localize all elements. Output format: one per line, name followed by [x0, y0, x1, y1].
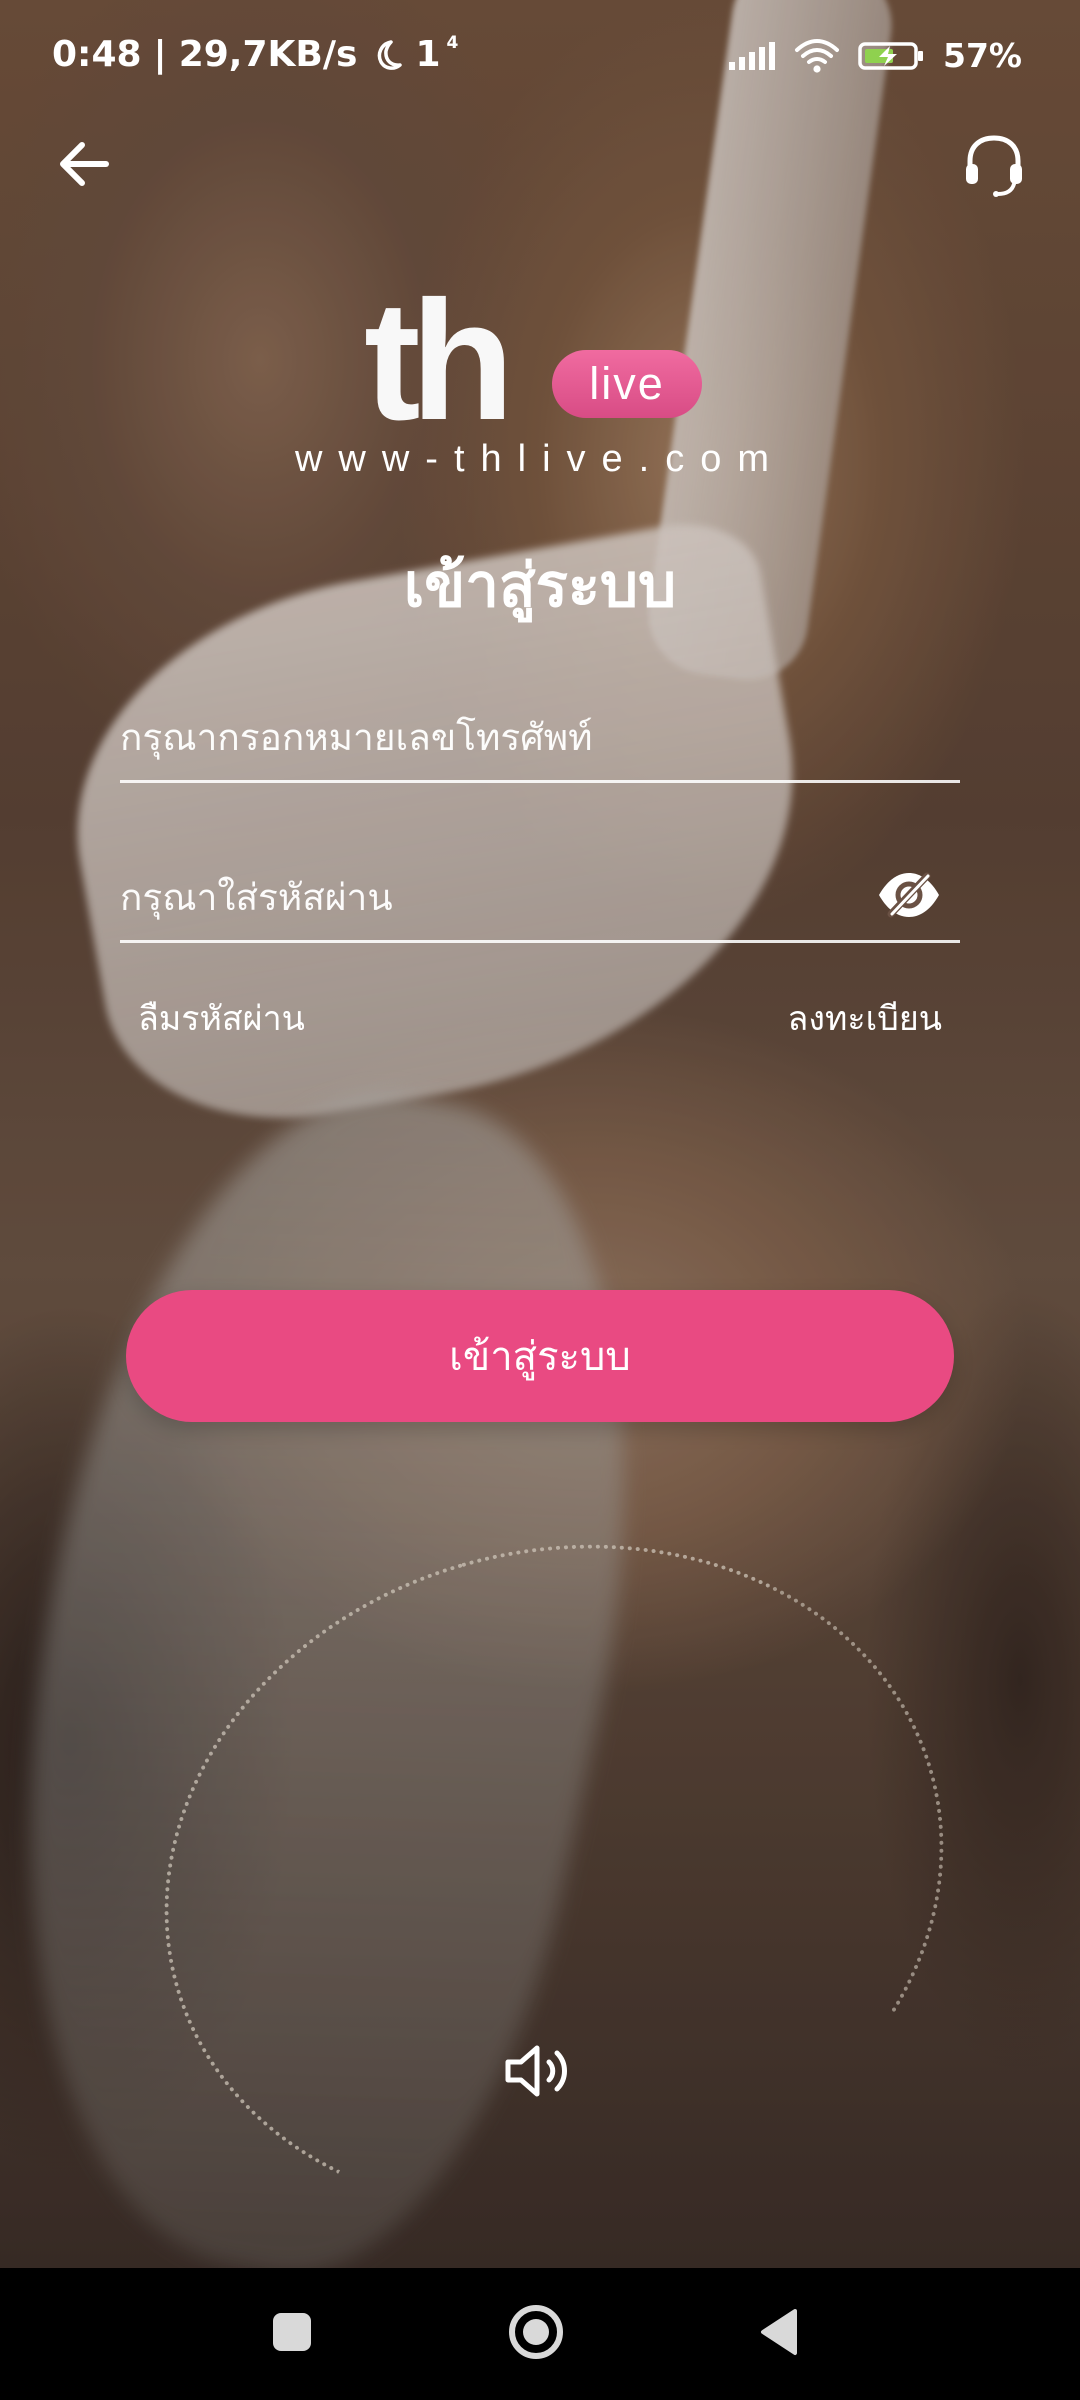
signal-icon [727, 40, 777, 72]
app-logo: th live www-thlive.com [0, 262, 1080, 502]
logo-live-badge: live [552, 350, 702, 418]
phone-input[interactable] [120, 694, 960, 780]
moon-icon [369, 38, 403, 72]
logo-brand-text: th [364, 266, 515, 456]
recent-apps-button[interactable] [248, 2290, 336, 2378]
network-speed: 29,7KB/s [178, 34, 358, 75]
status-bar: 0:48 | 29,7KB/s 1 4 57% [0, 0, 1080, 118]
notification-count: 1 [415, 34, 441, 75]
login-button[interactable]: เข้าสู่ระบบ [126, 1290, 954, 1422]
forgot-password-link[interactable]: ลืมรหัสผ่าน [138, 992, 305, 1046]
status-left-group: 0:48 | 29,7KB/s 1 4 [52, 32, 464, 76]
battery-charging-icon [857, 39, 927, 73]
arrow-left-icon [55, 135, 113, 197]
back-button[interactable] [36, 118, 132, 214]
system-back-button[interactable] [736, 2290, 824, 2378]
notification-superscript: 4 [446, 32, 459, 53]
circle-icon [506, 2302, 566, 2366]
battery-percent: 57% [942, 36, 1022, 75]
password-field [120, 854, 960, 943]
top-app-bar [0, 118, 1080, 228]
logo-url-text: www-thlive.com [294, 438, 786, 480]
system-navigation-bar [0, 2268, 1080, 2400]
app-screen: 0:48 | 29,7KB/s 1 4 57% th live www-thli… [0, 0, 1080, 2268]
sound-toggle-button[interactable] [496, 2034, 584, 2112]
customer-support-button[interactable] [946, 118, 1042, 214]
phone-field [120, 694, 960, 783]
register-link[interactable]: ลงทะเบียน [788, 992, 942, 1046]
home-button[interactable] [492, 2290, 580, 2378]
battery-percent-suffix: % [988, 36, 1022, 75]
status-separator: | [153, 34, 167, 75]
wifi-icon [793, 38, 841, 74]
login-title: เข้าสู่ระบบ [403, 551, 677, 621]
status-right-group: 57% [727, 36, 1022, 75]
headset-icon [960, 130, 1028, 202]
speaker-icon [502, 2040, 578, 2106]
status-time: 0:48 [52, 34, 142, 75]
password-visibility-toggle[interactable] [866, 854, 952, 940]
password-input[interactable] [120, 854, 866, 940]
triangle-back-icon [757, 2307, 803, 2361]
eye-off-icon [875, 869, 943, 925]
square-icon [270, 2310, 314, 2358]
